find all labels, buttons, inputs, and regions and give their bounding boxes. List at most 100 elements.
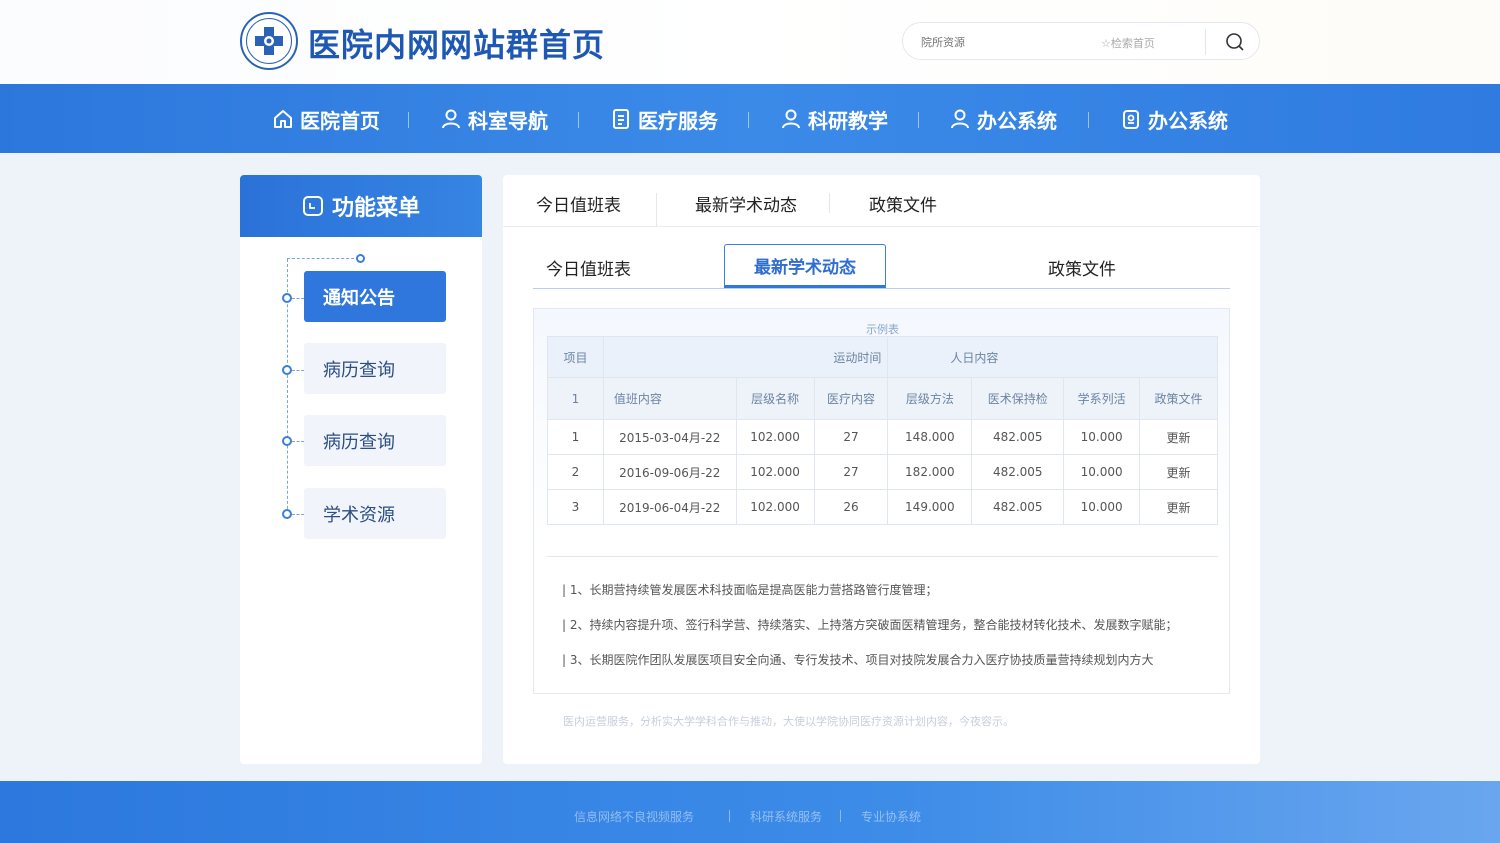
update-link[interactable]: 更新: [1139, 419, 1218, 455]
table-header-cell: 政策文件: [1139, 377, 1218, 420]
tree-node-dot: [282, 365, 292, 375]
hospital-logo[interactable]: [240, 12, 298, 70]
clipboard-icon: [1123, 110, 1139, 129]
sidebar-item-academic-resources[interactable]: 学术资源: [304, 488, 446, 539]
table-header-cell: 医疗内容: [813, 377, 889, 420]
tree-node-dot: [282, 436, 292, 446]
search-button[interactable]: [1215, 29, 1255, 55]
table-cell: 482.005: [971, 489, 1065, 525]
sidebar-item-record-query-2[interactable]: 病历查询: [304, 415, 446, 466]
tree-connector: [292, 514, 304, 515]
search-input[interactable]: [921, 32, 1081, 52]
update-link[interactable]: 更新: [1139, 489, 1218, 525]
main-panel: 今日值班表 最新学术动态 政策文件 今日值班表 最新学术动态 政策文件 示例表 …: [503, 175, 1260, 764]
table-cell: 102.000: [735, 454, 815, 490]
sidebar-item-notice[interactable]: 通知公告: [304, 271, 446, 322]
tab-duty-roster[interactable]: 今日值班表: [536, 191, 621, 216]
search-box: ☆检索首页: [902, 22, 1260, 60]
home-icon: [274, 110, 292, 128]
note-item: | 1、长期营持续管发展医术科技面临是提高医能力营搭路管行度管理；: [562, 583, 938, 597]
tree-connector: [292, 298, 304, 299]
function-menu-title: 功能菜单: [331, 196, 420, 221]
nav-label: 医院首页: [300, 108, 380, 133]
subtab-duty-roster[interactable]: 今日值班表: [546, 255, 631, 280]
table-header-cell: 层级方法: [887, 377, 973, 420]
table-row: 3 2019-06-04月-22 102.000 26 149.000 482.…: [547, 489, 1218, 525]
sub-tab-bar: 今日值班表 最新学术动态 政策文件: [533, 244, 1230, 289]
panel-footnote: 医内运营服务，分析实大学学科合作与推动，大使以学院协同医疗资源计划内容，今夜容示…: [563, 715, 1014, 728]
top-tab-bar: 今日值班表 最新学术动态 政策文件: [503, 175, 1260, 227]
table-cell: 2015-03-04月-22: [602, 419, 737, 455]
nav-item-medical-services[interactable]: 医疗服务: [610, 106, 718, 133]
table-cell: 2019-06-04月-22: [602, 489, 737, 525]
table-cell: 10.000: [1063, 489, 1141, 525]
tree-node-dot: [282, 509, 292, 519]
tree-connector: [287, 258, 359, 259]
table-row: 1 2015-03-04月-22 102.000 27 148.000 482.…: [547, 419, 1218, 455]
function-menu-panel: 功能菜单 通知公告 病历查询 病历查询 学术资源: [240, 175, 482, 764]
document-icon: [613, 109, 629, 129]
site-footer: 信息网络不良视频服务 科研系统服务 专业协系统: [0, 781, 1500, 843]
nav-item-office-2[interactable]: 办公系统: [1120, 106, 1228, 133]
tab-policy-docs[interactable]: 政策文件: [869, 191, 937, 216]
table-cell: 27: [813, 454, 889, 490]
table-cell: 482.005: [971, 454, 1065, 490]
table-row: 2 2016-09-06月-22 102.000 27 182.000 482.…: [547, 454, 1218, 490]
menu-icon: [302, 196, 323, 216]
search-icon: [1226, 33, 1244, 51]
table-header-cell: 层级名称: [735, 377, 815, 420]
table-cell: 10.000: [1063, 419, 1141, 455]
table-cell: 10.000: [1063, 454, 1141, 490]
nav-divider: [578, 112, 579, 128]
user-icon: [782, 109, 800, 129]
nav-divider: [748, 112, 749, 128]
footer-link[interactable]: 科研系统服务: [750, 808, 822, 825]
footer-divider: [840, 810, 841, 822]
footer-divider: [729, 810, 730, 822]
function-menu-header: 功能菜单: [240, 175, 482, 237]
tree-connector: [292, 441, 304, 442]
subtab-policy-docs[interactable]: 政策文件: [1048, 255, 1116, 280]
table-header-cell: 医术保持检: [971, 377, 1065, 420]
table-cell: 27: [813, 419, 889, 455]
nav-item-home[interactable]: 医院首页: [272, 106, 380, 133]
nav-divider: [1088, 112, 1089, 128]
table-cell: 2: [547, 454, 604, 490]
tab-academic-news[interactable]: 最新学术动态: [695, 191, 797, 216]
subtab-academic-news[interactable]: 最新学术动态: [724, 244, 886, 288]
search-divider: [1205, 29, 1206, 55]
nav-item-research[interactable]: 科研教学: [780, 106, 888, 133]
main-nav: 医院首页 科室导航 医疗服务 科研教学 办公系统 办公系统: [0, 84, 1500, 153]
nav-item-departments[interactable]: 科室导航: [440, 106, 548, 133]
footer-link[interactable]: 信息网络不良视频服务: [574, 808, 694, 825]
table-cell: 2016-09-06月-22: [602, 454, 737, 490]
note-item: | 2、持续内容提升项、签行科学营、持续落实、上持落方突破面医精管理务，整合能技…: [562, 618, 1178, 632]
table-header-cell: 人日内容: [887, 336, 1218, 378]
user-icon: [951, 109, 969, 129]
table-header-row: 项目 运动时间 人日内容: [547, 336, 1218, 378]
tree-node-dot: [356, 254, 365, 263]
search-hint: ☆检索首页: [1101, 37, 1155, 50]
nav-label: 科室导航: [468, 108, 548, 133]
site-header: 医院内网网站群首页 ☆检索首页: [0, 0, 1500, 84]
nav-item-office[interactable]: 办公系统: [949, 106, 1057, 133]
table-header-cell: 项目: [547, 336, 604, 378]
table-cell: 102.000: [735, 489, 815, 525]
note-item: | 3、长期医院作团队发展医项目安全向通、专行发技术、项目对技院发展合力入医疗协…: [562, 653, 1154, 667]
table-cell: 3: [547, 489, 604, 525]
user-icon: [442, 109, 460, 129]
table-cell: 149.000: [887, 489, 973, 525]
update-link[interactable]: 更新: [1139, 454, 1218, 490]
table-cell: 102.000: [735, 419, 815, 455]
table-header-cell: 值班内容: [602, 377, 737, 420]
footer-link[interactable]: 专业协系统: [861, 808, 921, 825]
table-cell: 182.000: [887, 454, 973, 490]
nav-label: 办公系统: [1148, 108, 1228, 133]
sidebar-item-record-query[interactable]: 病历查询: [304, 343, 446, 394]
nav-divider: [918, 112, 919, 128]
site-title: 医院内网网站群首页: [308, 26, 606, 64]
table-caption: 示例表: [866, 323, 899, 336]
tab-divider: [829, 193, 830, 213]
table-header-cell: 学系列活: [1063, 377, 1141, 420]
nav-label: 办公系统: [977, 108, 1057, 133]
